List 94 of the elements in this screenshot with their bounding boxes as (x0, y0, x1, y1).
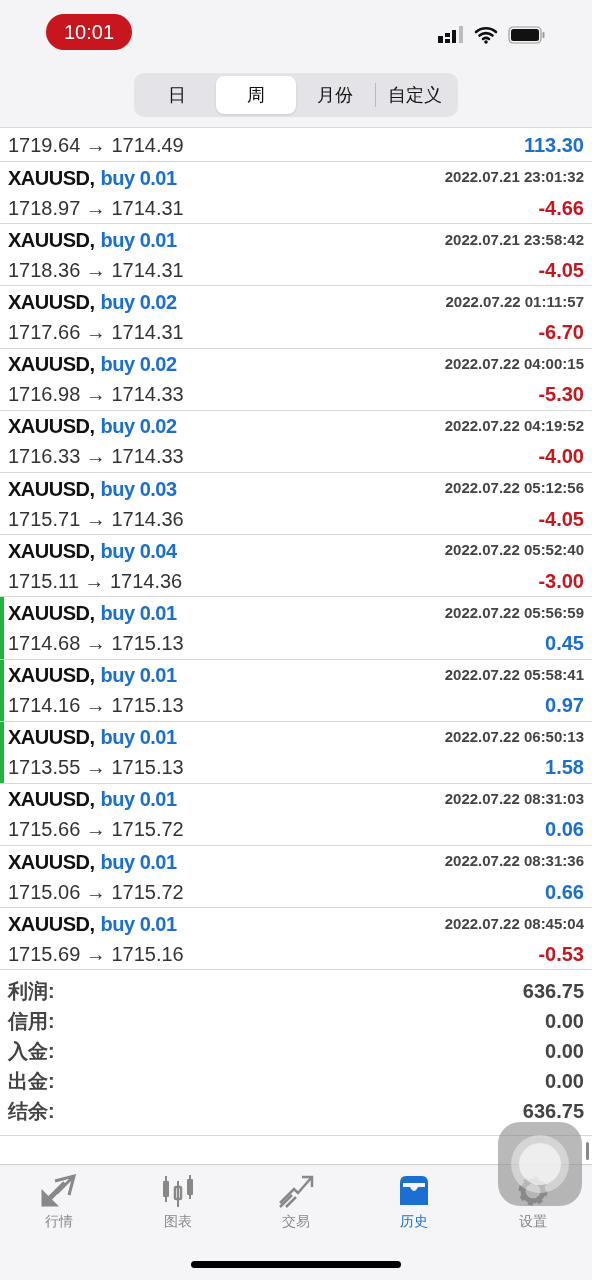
deal-time: 2022.07.22 05:12:56 (444, 478, 584, 499)
deal-prices: 1718.36 → 1714.31 (8, 257, 184, 283)
deal-prices: 1716.98 → 1714.33 (8, 382, 184, 408)
deal-side: buy 0.01 (100, 227, 177, 253)
deal-time: 2022.07.22 08:31:36 (444, 851, 584, 872)
deal-prices: 1715.66 → 1715.72 (8, 817, 184, 843)
deal-profit: -4.00 (538, 444, 584, 470)
deal-time: 2022.07.22 08:31:03 (444, 789, 584, 810)
deal-side: buy 0.01 (100, 663, 177, 689)
deal-time: 2022.07.22 05:52:40 (444, 540, 584, 561)
deal-symbol: XAUUSD, (8, 787, 95, 813)
deal-symbol: XAUUSD, (8, 165, 95, 191)
deal-profit: -4.05 (538, 506, 584, 532)
deal-prices: 1718.97 → 1714.31 (8, 195, 184, 221)
deal-profit: 113.30 (523, 132, 584, 158)
deal-symbol: XAUUSD, (8, 352, 95, 378)
deal-symbol: XAUUSD, (8, 476, 95, 502)
scroll-indicator (586, 1142, 589, 1160)
assistive-touch-button[interactable] (498, 1122, 582, 1206)
deal-symbol: XAUUSD, (8, 538, 95, 564)
deal-symbol: XAUUSD, (8, 600, 95, 626)
deal-prices: 1715.11 → 1714.36 (8, 568, 183, 594)
deal-profit: -3.00 (538, 568, 584, 594)
deal-symbol: XAUUSD, (8, 414, 95, 440)
summary-label: 结余: (8, 1099, 55, 1125)
deal-side: buy 0.01 (100, 165, 177, 191)
period-segment[interactable]: 月份 (295, 76, 375, 114)
deal-time: 2022.07.21 23:01:32 (444, 167, 584, 188)
deal-profit: -0.53 (538, 941, 584, 967)
deal-side: buy 0.01 (100, 600, 177, 626)
deal-prices: 1714.68 → 1715.13 (8, 630, 184, 656)
deal-time: 2022.07.22 04:00:15 (444, 353, 584, 374)
deal-time: 2022.07.22 05:58:41 (444, 664, 584, 685)
deal-profit: -5.30 (538, 382, 584, 408)
summary-label: 信用: (8, 1009, 55, 1035)
deal-profit: 0.97 (545, 693, 584, 719)
tab-bar-item[interactable]: 交易 (236, 1173, 356, 1233)
deal-symbol: XAUUSD, (8, 725, 95, 751)
period-segment[interactable]: 周 (216, 76, 296, 114)
deal-side: buy 0.04 (100, 538, 177, 564)
tab-bar-item[interactable]: 历史 (355, 1173, 474, 1233)
period-segment[interactable]: 日 (137, 76, 217, 114)
deal-prices: 1715.71 → 1714.36 (8, 506, 184, 532)
deal-profit: -6.70 (538, 319, 584, 345)
summary-label: 出金: (8, 1069, 55, 1095)
deal-symbol: XAUUSD, (8, 849, 95, 875)
status-time: 10:01 (46, 14, 133, 50)
deal-prices: 1717.66 → 1714.31 (8, 319, 184, 345)
deal-prices: 1716.33 → 1714.33 (8, 444, 184, 470)
battery-icon (508, 26, 546, 44)
deal-symbol: XAUUSD, (8, 227, 95, 253)
deal-time: 2022.07.22 04:19:52 (444, 416, 584, 437)
deal-side: buy 0.02 (100, 289, 177, 315)
deal-profit: -4.66 (538, 195, 584, 221)
summary-value: 636.75 (522, 979, 584, 1005)
deal-prices: 1715.69 → 1715.16 (8, 941, 184, 967)
deal-side: buy 0.01 (100, 725, 177, 751)
deal-side: buy 0.01 (100, 911, 177, 937)
trend-arrow-icon (278, 1173, 314, 1209)
arrows-icon (41, 1173, 78, 1209)
deal-time: 2022.07.22 01:11:57 (445, 291, 584, 312)
deal-side: buy 0.02 (100, 414, 177, 440)
deal-symbol: XAUUSD, (8, 663, 95, 689)
wifi-icon (474, 26, 498, 44)
deal-time: 2022.07.22 05:56:59 (444, 602, 584, 623)
tab-bar-item[interactable]: 图表 (118, 1173, 237, 1233)
deal-profit: 0.66 (545, 879, 584, 905)
period-segment[interactable]: 自定义 (375, 76, 455, 114)
summary-value: 0.00 (545, 1069, 584, 1095)
deal-prices: 1719.64 → 1714.49 (8, 132, 184, 158)
deal-time: 2022.07.22 08:45:04 (444, 913, 584, 934)
summary-value: 0.00 (545, 1039, 584, 1065)
deal-side: buy 0.01 (100, 849, 177, 875)
deal-prices: 1715.06 → 1715.72 (8, 879, 184, 905)
summary-label: 利润: (8, 979, 55, 1005)
deal-symbol: XAUUSD, (8, 911, 95, 937)
summary-value: 0.00 (545, 1009, 584, 1035)
signal-icon (438, 26, 464, 44)
deal-side: buy 0.03 (100, 476, 177, 502)
deal-profit: 0.45 (545, 630, 584, 656)
deal-time: 2022.07.21 23:58:42 (444, 229, 584, 250)
deal-prices: 1713.55 → 1715.13 (8, 755, 184, 781)
deal-prices: 1714.16 → 1715.13 (8, 693, 184, 719)
deal-symbol: XAUUSD, (8, 289, 95, 315)
deal-side: buy 0.02 (100, 352, 177, 378)
summary-value: 636.75 (522, 1099, 584, 1125)
deal-profit: 1.58 (545, 755, 584, 781)
tab-bar-item[interactable]: 设置 (473, 1173, 592, 1233)
deal-profit: 0.06 (545, 817, 584, 843)
tab-bar-item[interactable]: 行情 (0, 1173, 119, 1233)
deal-profit: -4.05 (538, 257, 584, 283)
deal-side: buy 0.01 (100, 787, 177, 813)
summary-label: 入金: (8, 1039, 55, 1065)
deal-time: 2022.07.22 06:50:13 (444, 727, 584, 748)
